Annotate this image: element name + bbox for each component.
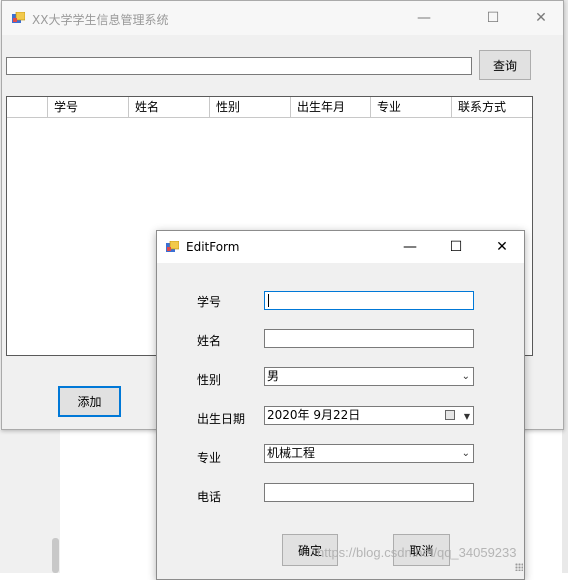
winforms-app-icon: [166, 241, 179, 252]
winforms-app-icon: [12, 12, 25, 23]
column-header-name[interactable]: 姓名: [129, 97, 210, 117]
minimize-button[interactable]: —: [387, 231, 433, 263]
background-window: [0, 430, 60, 573]
query-button[interactable]: 查询: [479, 50, 531, 80]
label-phone: 电话: [197, 490, 222, 504]
column-header-gender[interactable]: 性别: [210, 97, 291, 117]
watermark: https://blog.csdn.net/qq_34059233: [317, 545, 517, 560]
calendar-icon[interactable]: [445, 410, 455, 420]
label-major: 专业: [197, 451, 222, 465]
edit-form-title: EditForm: [186, 240, 240, 254]
main-titlebar[interactable]: XX大学学生信息管理系统 — ☐ ✕: [2, 1, 563, 35]
label-id: 学号: [197, 295, 222, 309]
chevron-down-icon[interactable]: ⌄: [462, 368, 470, 385]
minimize-button[interactable]: —: [401, 1, 447, 35]
column-header-birth[interactable]: 出生年月: [291, 97, 371, 117]
name-field[interactable]: [264, 329, 474, 348]
phone-field[interactable]: [264, 483, 474, 502]
grid-header: 学号 姓名 性别 出生年月 专业 联系方式: [7, 97, 532, 118]
column-header-major[interactable]: 专业: [371, 97, 452, 117]
close-button[interactable]: ✕: [479, 231, 525, 263]
maximize-button[interactable]: ☐: [470, 1, 516, 35]
edit-form-titlebar[interactable]: EditForm — ☐ ✕: [157, 231, 524, 263]
major-select-value: 机械工程: [267, 446, 316, 460]
major-select[interactable]: 机械工程 ⌄: [264, 444, 474, 463]
resize-grip[interactable]: [515, 563, 523, 571]
chevron-down-icon[interactable]: ▼: [464, 408, 470, 425]
maximize-button[interactable]: ☐: [433, 231, 479, 263]
birthdate-value: 2020年 9月22日: [267, 408, 361, 422]
add-button[interactable]: 添加: [58, 386, 121, 417]
gender-select[interactable]: 男 ⌄: [264, 367, 474, 386]
close-button[interactable]: ✕: [518, 1, 564, 35]
search-input[interactable]: [6, 57, 472, 75]
chevron-down-icon[interactable]: ⌄: [462, 445, 470, 462]
grid-row-header[interactable]: [7, 97, 48, 117]
id-field[interactable]: [264, 291, 474, 310]
background-scrollbar[interactable]: [52, 538, 59, 573]
edit-form-window: EditForm — ☐ ✕ 学号 姓名 性别 男 ⌄ 出生日期 2020年 9…: [156, 230, 525, 580]
main-window-title: XX大学学生信息管理系统: [32, 13, 169, 27]
label-gender: 性别: [197, 373, 222, 387]
gender-select-value: 男: [267, 369, 280, 383]
label-birthdate: 出生日期: [197, 412, 246, 426]
text-caret: [268, 294, 269, 307]
column-header-id[interactable]: 学号: [48, 97, 129, 117]
label-name: 姓名: [197, 334, 222, 348]
birthdate-picker[interactable]: 2020年 9月22日 ▼: [264, 406, 474, 425]
column-header-contact[interactable]: 联系方式: [452, 97, 532, 117]
